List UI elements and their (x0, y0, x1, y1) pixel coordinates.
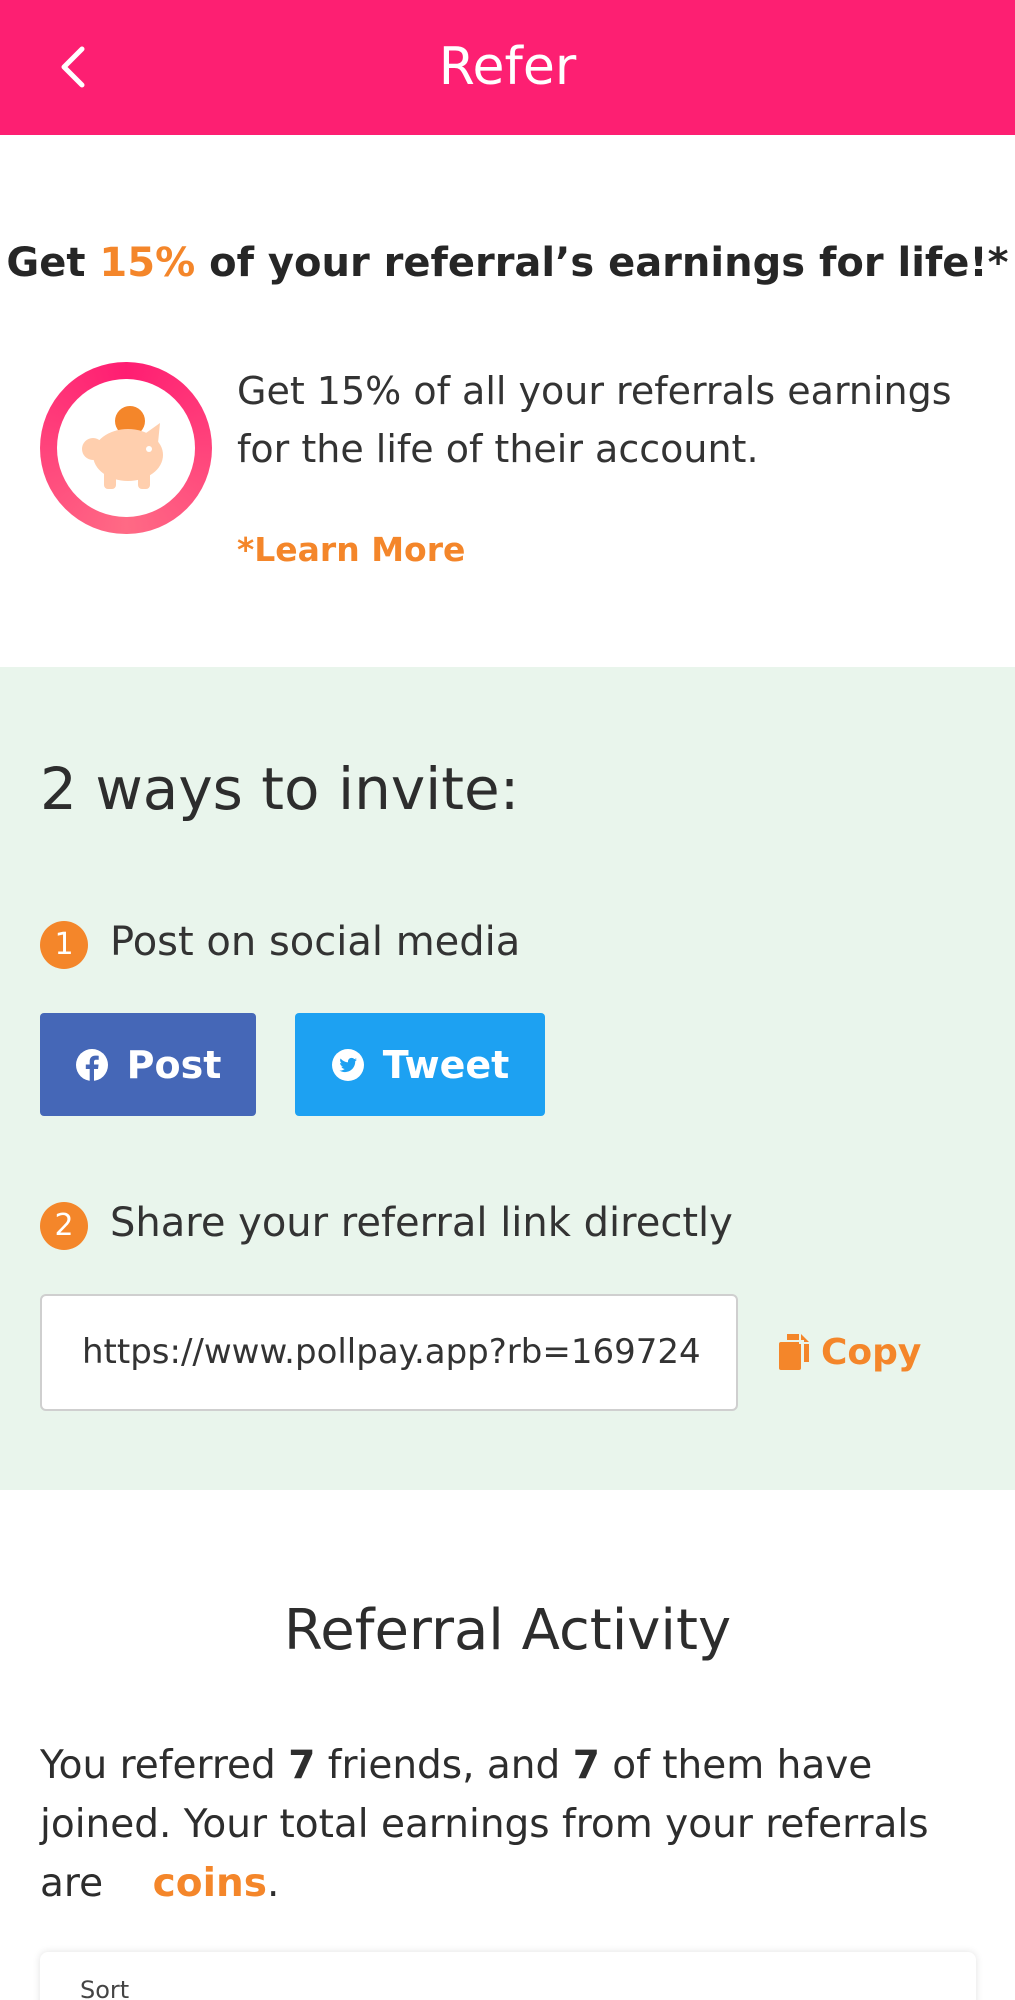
headline-suffix: of your referral’s earnings for life!* (195, 240, 1009, 286)
sort-card[interactable]: Sort (40, 1952, 976, 2000)
piggy-bank-icon (82, 406, 163, 489)
step-1-badge: 1 (40, 921, 88, 969)
tweet-label: Tweet (382, 1042, 510, 1087)
summary-end: . (266, 1861, 280, 1906)
post-label: Post (126, 1042, 222, 1087)
summary-part-1: You referred (40, 1743, 289, 1788)
facebook-post-button[interactable]: Post (40, 1013, 256, 1116)
sort-label: Sort (80, 1976, 130, 2000)
step-2-text: Share your referral link directly (110, 1200, 733, 1246)
referred-count: 7 (288, 1743, 316, 1788)
copy-icon (779, 1334, 809, 1370)
invite-section: 2 ways to invite: 1 Post on social media… (0, 667, 1015, 1490)
summary-part-2: friends, and (315, 1743, 573, 1788)
step-2-badge: 2 (40, 1202, 88, 1250)
invite-title: 2 ways to invite: (40, 755, 520, 823)
promo-description: Get 15% of all your referrals earnings f… (237, 369, 952, 471)
learn-more-link[interactable]: *Learn More (237, 530, 465, 569)
joined-count: 7 (572, 1743, 600, 1788)
facebook-icon (75, 1048, 108, 1081)
referral-link-field[interactable]: https://www.pollpay.app?rb=169724 (40, 1294, 738, 1411)
page-title: Refer (438, 37, 577, 97)
twitter-icon (331, 1048, 364, 1081)
step-1-text: Post on social media (110, 919, 521, 965)
copy-label: Copy (821, 1331, 922, 1373)
headline-percent: 15% (99, 240, 196, 286)
copy-link-button[interactable]: Copy (777, 1317, 921, 1387)
piggy-bank-badge (40, 362, 212, 534)
referral-activity-title: Referral Activity (283, 1598, 732, 1663)
promo-headline: Get 15% of your referral’s earnings for … (0, 240, 1015, 286)
twitter-tweet-button[interactable]: Tweet (295, 1013, 545, 1116)
app-bar: Refer (0, 0, 1015, 135)
referral-summary: You referred 7 friends, and 7 of them ha… (40, 1736, 990, 1913)
coins-label: coins (152, 1861, 267, 1906)
headline-prefix: Get (6, 240, 100, 286)
